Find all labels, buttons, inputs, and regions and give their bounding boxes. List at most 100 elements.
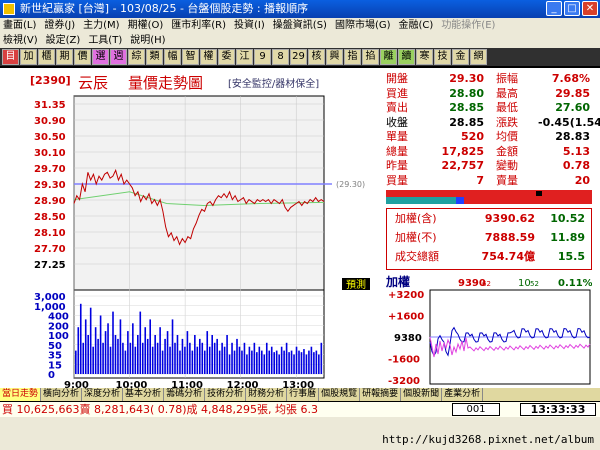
tab-6[interactable]: 財務分析	[246, 388, 288, 401]
toolbar-button[interactable]: 週	[110, 49, 127, 65]
maximize-button[interactable]: □	[564, 1, 580, 16]
toolbar-button[interactable]: 委	[218, 49, 235, 65]
menu-item[interactable]: 工具(T)	[88, 33, 122, 48]
volume-bar	[253, 342, 256, 374]
quote-label: 單量	[386, 130, 408, 143]
volume-bar	[310, 346, 313, 374]
bottom-gap	[0, 417, 600, 430]
toolbar-button[interactable]: 9	[254, 49, 271, 65]
price-plot-area	[74, 96, 324, 290]
toolbar-button[interactable]: 江	[236, 49, 253, 65]
toolbar-button[interactable]: 價	[74, 49, 91, 65]
toolbar-button[interactable]: 加	[20, 49, 37, 65]
tab-3[interactable]: 基本分析	[123, 388, 165, 401]
quote-row: 買進 28.80 最高 29.85	[386, 87, 590, 102]
volume-bar	[109, 346, 112, 374]
toolbar-button[interactable]: 網	[470, 49, 487, 65]
menu-item[interactable]: 設定(Z)	[46, 33, 81, 48]
volume-bar	[278, 354, 280, 374]
volume-bar	[320, 342, 323, 374]
quote-row: 賣出 28.85 最低 27.60	[386, 101, 590, 116]
toolbar-button[interactable]: 8	[272, 49, 289, 65]
toolbar-button[interactable]: 權	[200, 49, 217, 65]
quote-label: 漲跌	[496, 115, 518, 129]
tab-9[interactable]: 研報摘要	[360, 388, 402, 401]
index-label: 成交總額	[395, 250, 439, 263]
page-counter[interactable]: 001	[452, 403, 500, 416]
tab-4[interactable]: 籌碼分析	[164, 388, 206, 401]
volume-bar	[159, 327, 161, 374]
toolbar-button[interactable]: 寒	[416, 49, 433, 65]
toolbar-button[interactable]: 29	[290, 49, 307, 65]
menu-item[interactable]: 金融(C)	[399, 18, 434, 33]
tab-10[interactable]: 個股新聞	[401, 388, 443, 401]
index-value: 7888.59	[484, 231, 535, 244]
quote-label: 最高	[496, 86, 518, 100]
tab-7[interactable]: 行事曆	[287, 388, 320, 401]
toolbar-button[interactable]: 期	[56, 49, 73, 65]
volume-bar	[156, 342, 159, 374]
volume-bar	[146, 338, 149, 374]
bid-ask-bar	[386, 190, 592, 204]
forecast-button[interactable]: 預測	[346, 278, 366, 291]
menu-item[interactable]: 匯市利率(R)	[171, 18, 226, 33]
menu-item[interactable]: 操盤資訊(S)	[273, 18, 327, 33]
toolbar-button[interactable]: 類	[146, 49, 163, 65]
toolbar-button[interactable]: 幅	[164, 49, 181, 65]
menu-bar: 畫面(L) 證券(J) 主力(M) 期權(O) 匯市利率(R) 投資(I) 操盤資訊(S) 國…	[0, 18, 600, 48]
tab-0[interactable]: 當日走勢	[0, 388, 42, 401]
menu-item[interactable]: 主力(M)	[83, 18, 119, 33]
toolbar-button[interactable]: 興	[326, 49, 343, 65]
toolbar-button[interactable]: 綜	[128, 49, 145, 65]
volume-bar	[161, 350, 164, 374]
volume-bar	[84, 319, 87, 374]
volume-bar	[221, 342, 223, 374]
toolbar-button[interactable]: 金	[452, 49, 469, 65]
volume-bar	[104, 331, 107, 374]
tab-2[interactable]: 深度分析	[82, 388, 124, 401]
watermark-url: http://kujd3268.pixnet.net/album	[0, 430, 600, 450]
volume-bar	[174, 342, 176, 374]
quote-value: 20	[574, 173, 590, 187]
volume-bar	[114, 335, 117, 374]
menu-item[interactable]: 證券(J)	[44, 18, 75, 33]
menu-item[interactable]: 期權(O)	[128, 18, 164, 33]
toolbar-button[interactable]: 選	[92, 49, 109, 65]
volume-bar	[256, 352, 258, 374]
menu-item[interactable]: 投資(I)	[234, 18, 265, 33]
tab-8[interactable]: 個股規覽	[319, 388, 361, 401]
toolbar-button[interactable]: 核	[308, 49, 325, 65]
toolbar-button[interactable]: 技	[434, 49, 451, 65]
menu-item[interactable]: 檢視(V)	[3, 33, 38, 48]
toolbar-button[interactable]: 目	[2, 49, 19, 65]
toolbar-button[interactable]: 掐	[362, 49, 379, 65]
tab-1[interactable]: 橫向分析	[41, 388, 83, 401]
quote-label: 變動	[496, 159, 518, 172]
clock: 13:33:33	[520, 403, 596, 416]
tab-5[interactable]: 技術分析	[205, 388, 247, 401]
price-tick-label: 31.35	[34, 100, 66, 111]
menu-item[interactable]: 功能操作(E)	[441, 18, 495, 33]
toolbar-button[interactable]: 續	[398, 49, 415, 65]
minimize-button[interactable]: _	[546, 1, 562, 16]
toolbar-button[interactable]: 離	[380, 49, 397, 65]
mini-value-small: 62	[482, 280, 491, 288]
tab-11[interactable]: 產業分析	[442, 388, 484, 401]
volume-bar	[218, 350, 221, 374]
volume-bar	[216, 338, 218, 374]
volume-bar	[201, 342, 204, 374]
toolbar-button[interactable]: 指	[344, 49, 361, 65]
close-button[interactable]: ✕	[582, 1, 598, 16]
mini-tick-label: -1600	[388, 355, 420, 366]
index-change: 10.52	[550, 212, 585, 225]
toolbar-button[interactable]: 智	[182, 49, 199, 65]
menu-item[interactable]: 說明(H)	[130, 33, 165, 48]
menu-item[interactable]: 國際市場(G)	[335, 18, 391, 33]
menu-item[interactable]: 畫面(L)	[3, 18, 36, 33]
volume-bar	[137, 335, 139, 374]
toolbar-button[interactable]: 櫃	[38, 49, 55, 65]
volume-bar	[206, 331, 209, 374]
volume-bar	[102, 342, 104, 374]
volume-bar	[134, 346, 137, 374]
mini-title: 加權	[386, 274, 410, 289]
